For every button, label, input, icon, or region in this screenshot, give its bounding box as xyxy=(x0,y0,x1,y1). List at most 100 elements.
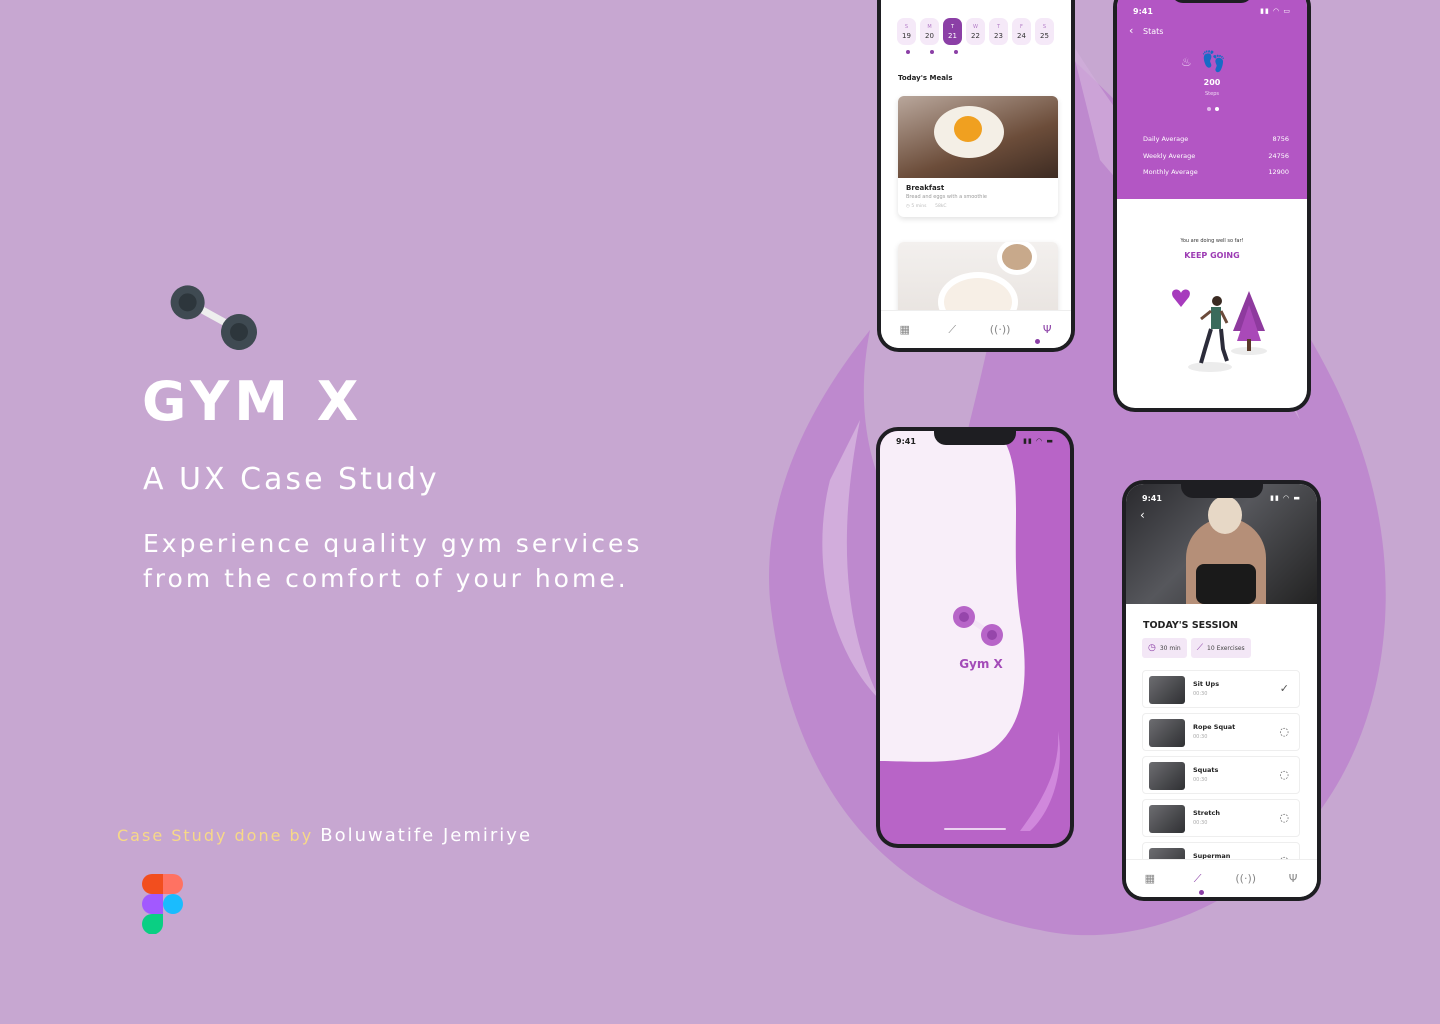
exercise-thumbnail xyxy=(1149,805,1185,833)
back-chevron-icon[interactable]: ‹ xyxy=(1140,508,1145,522)
day-number: 20 xyxy=(925,31,934,40)
monthly-average-value: 12900 xyxy=(1268,168,1289,176)
exercise-row[interactable]: Stretch 00:30 ◌ xyxy=(1142,799,1300,837)
day-number: 22 xyxy=(971,31,980,40)
encouragement-text: You are doing well so far! xyxy=(1180,238,1244,244)
meals-section-title: Today's Meals xyxy=(898,74,953,82)
footsteps-icon: 👣 xyxy=(1201,49,1226,73)
phone-splash: 9:41 ▮▮ ◠ ▬ Gym X xyxy=(876,427,1074,848)
session-hero-image: 9:41 ▮▮ ◠ ▬ ‹ xyxy=(1126,484,1317,604)
credit-prefix: Case Study done by xyxy=(117,826,314,845)
exercise-name: Stretch xyxy=(1193,809,1220,817)
day-selector: S 19 M 20 T 21 W 22 T 23 F 24 S 25 xyxy=(897,18,1054,45)
dumbbell-icon xyxy=(170,285,257,350)
day-chip-active[interactable]: T 21 xyxy=(943,18,962,45)
day-chip[interactable]: W 22 xyxy=(966,18,985,45)
day-chip[interactable]: S 25 xyxy=(1035,18,1054,45)
dumbbell-icon xyxy=(953,606,1003,646)
status-icons: ▮▮ ◠ ▭ xyxy=(1260,7,1291,15)
duration-chip: ◷ 30 min xyxy=(1142,638,1187,658)
cutlery-icon[interactable]: Ψ xyxy=(1037,323,1057,336)
dashboard-icon[interactable]: ▦ xyxy=(1140,872,1160,885)
exercise-row[interactable]: Rope Squat 00:30 ◌ xyxy=(1142,713,1300,751)
phone-notch xyxy=(1180,484,1263,498)
bottom-tab-bar: ▦ ⟋ ((·)) Ψ xyxy=(881,310,1071,348)
back-chevron-icon[interactable]: ‹ xyxy=(1129,24,1133,37)
phone-session: 9:41 ▮▮ ◠ ▬ ‹ TODAY'S SESSION ◷ 30 min ⟋ 1… xyxy=(1122,480,1321,901)
broadcast-icon[interactable]: ((·)) xyxy=(1235,872,1256,885)
exercise-row[interactable]: Sit Ups 00:30 ✓ xyxy=(1142,670,1300,708)
exercise-name: Sit Ups xyxy=(1193,680,1220,688)
meal-time: 5 mins xyxy=(911,204,927,209)
runner-illustration xyxy=(1172,289,1267,372)
exercise-time: 00:30 xyxy=(1193,691,1208,697)
monthly-average-label: Monthly Average xyxy=(1143,168,1198,176)
day-number: 19 xyxy=(902,31,911,40)
session-title: TODAY'S SESSION xyxy=(1143,620,1238,631)
loading-circle-icon[interactable]: ◌ xyxy=(1279,811,1289,824)
flame-icon[interactable]: ♨ xyxy=(1181,55,1192,69)
day-number: 25 xyxy=(1040,31,1049,40)
home-indicator[interactable] xyxy=(944,828,1006,830)
daily-average-label: Daily Average xyxy=(1143,135,1189,143)
credit-line: Case Study done by Boluwatife Jemiriye xyxy=(117,825,532,846)
check-circle-icon[interactable]: ✓ xyxy=(1280,682,1289,695)
day-letter: F xyxy=(1020,23,1023,30)
phone-notch xyxy=(934,431,1016,445)
loading-circle-icon[interactable]: ◌ xyxy=(1279,768,1289,781)
tagline-line-2: from the comfort of your home. xyxy=(143,564,629,593)
exercise-thumbnail xyxy=(1149,719,1185,747)
meal-name: Breakfast xyxy=(906,184,945,192)
day-chip[interactable]: T 23 xyxy=(989,18,1008,45)
meal-image xyxy=(898,96,1058,178)
figma-logo-icon xyxy=(142,874,183,934)
meal-kcal: 58kC xyxy=(935,204,947,209)
phone-notch xyxy=(1171,0,1253,3)
exercise-count-chip: ⟋ 10 Exercises xyxy=(1190,638,1251,658)
phone-stats: 9:41 ▮▮ ◠ ▭ ‹ Stats ♨ 👣 200 Steps Daily … xyxy=(1113,0,1311,412)
credit-author: Boluwatife Jemiriye xyxy=(320,825,533,846)
tagline-line-1: Experience quality gym services xyxy=(143,529,643,558)
day-number: 24 xyxy=(1017,31,1026,40)
dumbbell-icon[interactable]: ⟋ xyxy=(1188,872,1208,886)
tab-indicator xyxy=(1035,339,1040,344)
steps-label: Steps xyxy=(1205,91,1219,97)
stats-pager[interactable] xyxy=(1207,107,1219,111)
loading-circle-icon[interactable]: ◌ xyxy=(1279,725,1289,738)
dumbbell-icon[interactable]: ⟋ xyxy=(942,323,962,337)
bottom-tab-bar: ▦ ⟋ ((·)) Ψ xyxy=(1126,859,1317,897)
weekly-average-row: Weekly Average 24756 xyxy=(1143,152,1289,160)
dumbbell-icon: ⟋ xyxy=(1196,643,1204,653)
day-letter: S xyxy=(904,23,909,30)
day-chip[interactable]: M 20 xyxy=(920,18,939,45)
stats-screen: 9:41 ▮▮ ◠ ▭ ‹ Stats ♨ 👣 200 Steps Daily … xyxy=(1117,0,1307,408)
day-chip[interactable]: F 24 xyxy=(1012,18,1031,45)
exercise-time: 00:30 xyxy=(1193,777,1208,783)
day-letter: T xyxy=(996,23,1001,30)
phone-meals: S 19 M 20 T 21 W 22 T 23 F 24 S 25 Today's Meal… xyxy=(877,0,1075,352)
status-time: 9:41 xyxy=(896,437,916,446)
exercise-thumbnail xyxy=(1149,762,1185,790)
meal-card-breakfast[interactable]: Breakfast Bread and eggs with a smoothie… xyxy=(898,96,1058,217)
meals-screen: S 19 M 20 T 21 W 22 T 23 F 24 S 25 Today's Meal… xyxy=(881,0,1071,348)
dashboard-icon[interactable]: ▦ xyxy=(895,323,915,336)
weekly-average-value: 24756 xyxy=(1268,152,1289,160)
broadcast-icon[interactable]: ((·)) xyxy=(990,323,1011,336)
clock-icon: ◷ xyxy=(906,204,910,209)
exercise-row[interactable]: Squats 00:30 ◌ xyxy=(1142,756,1300,794)
daily-average-value: 8756 xyxy=(1272,135,1289,143)
tagline: Experience quality gym services from the… xyxy=(143,526,663,596)
session-summary-chips: ◷ 30 min ⟋ 10 Exercises xyxy=(1142,638,1251,658)
status-icons: ▮▮ ◠ ▬ xyxy=(1023,437,1054,445)
exercise-time: 00:30 xyxy=(1193,820,1208,826)
brand-title: GYM X xyxy=(142,370,364,433)
cutlery-icon[interactable]: Ψ xyxy=(1283,872,1303,885)
day-chip[interactable]: S 19 xyxy=(897,18,916,45)
day-letter: W xyxy=(973,23,978,30)
stats-title: Stats xyxy=(1143,27,1164,36)
exercise-count-value: 10 Exercises xyxy=(1207,644,1245,652)
day-letter: M xyxy=(927,23,932,30)
session-screen: 9:41 ▮▮ ◠ ▬ ‹ TODAY'S SESSION ◷ 30 min ⟋ 1… xyxy=(1126,484,1317,897)
status-time: 9:41 xyxy=(1133,7,1153,16)
weekly-average-label: Weekly Average xyxy=(1143,152,1196,160)
